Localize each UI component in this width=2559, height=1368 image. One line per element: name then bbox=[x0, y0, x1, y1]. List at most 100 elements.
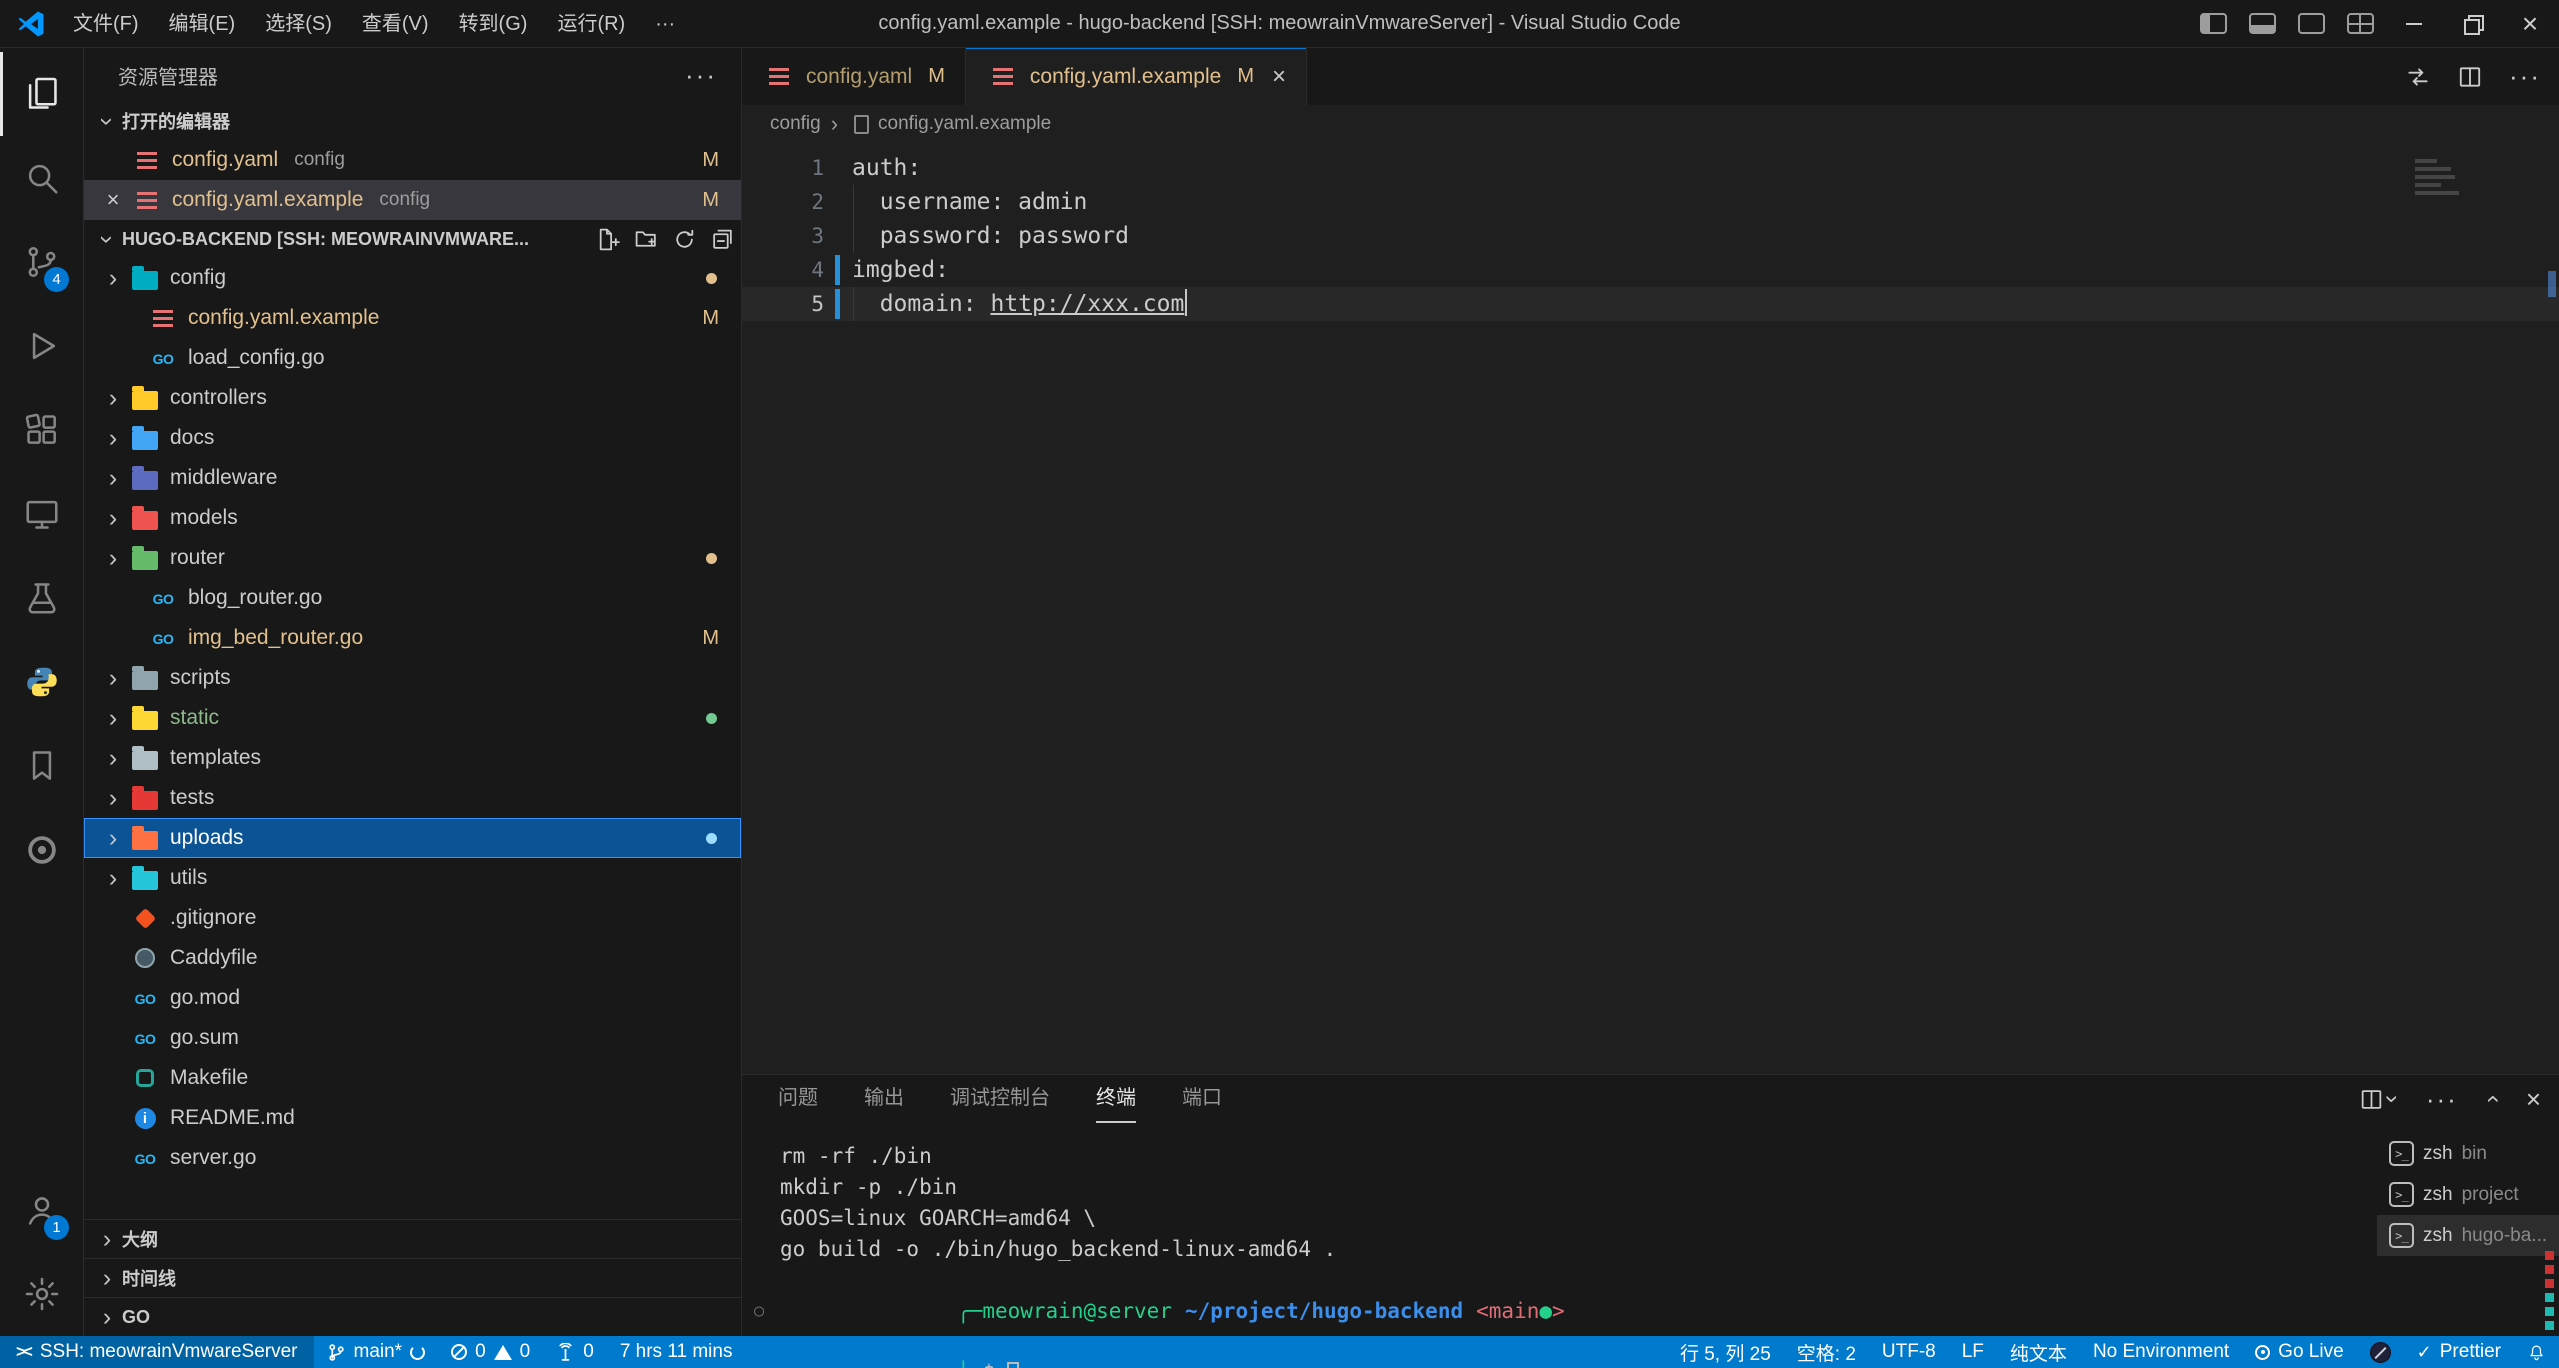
tree-item[interactable]: › server.go bbox=[84, 1138, 741, 1178]
sidebar-section-header[interactable]: › GO bbox=[84, 1297, 741, 1336]
activity-accounts[interactable]: 1 bbox=[0, 1168, 83, 1252]
breadcrumb-file[interactable]: config.yaml.example bbox=[878, 113, 1051, 135]
notifications-status[interactable] bbox=[2514, 1336, 2559, 1368]
terminal-tab[interactable]: zsh hugo-ba... bbox=[2377, 1215, 2559, 1256]
panel-more-actions-icon[interactable]: ··· bbox=[2426, 1084, 2458, 1115]
more-actions-icon[interactable]: ··· bbox=[2509, 61, 2541, 92]
go-live-status[interactable]: Go Live bbox=[2242, 1336, 2356, 1368]
minimap[interactable] bbox=[2415, 155, 2467, 199]
tree-item[interactable]: › uploads bbox=[84, 818, 741, 858]
menu-item[interactable]: 文件(F) bbox=[58, 7, 154, 41]
code-line[interactable]: 2 username: admin bbox=[742, 185, 2559, 219]
terminal[interactable]: rm -rf ./bin mkdir -p ./bin GOOS=linux G… bbox=[742, 1123, 2377, 1336]
tree-item[interactable]: › load_config.go bbox=[84, 338, 741, 378]
activity-bookmarks[interactable] bbox=[0, 724, 83, 808]
open-editor-config-yaml-example[interactable]: × config.yaml.example config M bbox=[84, 180, 741, 220]
open-changes-icon[interactable] bbox=[2405, 64, 2431, 90]
open-editors-header[interactable]: › 打开的编辑器 bbox=[84, 102, 741, 140]
tree-item[interactable]: › config.yaml.example M bbox=[84, 298, 741, 338]
tree-item[interactable]: › scripts bbox=[84, 658, 741, 698]
tree-item[interactable]: › static bbox=[84, 698, 741, 738]
code-line[interactable]: 4 imgbed: bbox=[742, 253, 2559, 287]
toggle-panel-icon[interactable] bbox=[2249, 13, 2276, 34]
code-line[interactable]: 3 password: password bbox=[742, 219, 2559, 253]
tree-item[interactable]: › Caddyfile bbox=[84, 938, 741, 978]
tree-item[interactable]: › .gitignore bbox=[84, 898, 741, 938]
code-line[interactable]: 1 auth: bbox=[742, 151, 2559, 185]
refresh-icon[interactable] bbox=[665, 222, 703, 256]
maximize-panel-icon[interactable]: › bbox=[2478, 1095, 2506, 1103]
open-editor-config-yaml[interactable]: config.yaml config M bbox=[84, 140, 741, 180]
command-decoration-icon[interactable]: ○ bbox=[754, 1296, 764, 1327]
activity-remote-explorer[interactable] bbox=[0, 472, 83, 556]
collapse-all-icon[interactable] bbox=[703, 222, 741, 256]
toggle-sidebar-icon[interactable] bbox=[2200, 13, 2227, 34]
panel-tab[interactable]: 终端 bbox=[1096, 1075, 1136, 1123]
menu-item[interactable]: 运行(R) bbox=[542, 7, 640, 41]
extension-circle-status[interactable] bbox=[2357, 1336, 2404, 1368]
activity-python[interactable] bbox=[0, 640, 83, 724]
customize-layout-icon[interactable] bbox=[2347, 13, 2374, 34]
terminal-tab[interactable]: zsh bin bbox=[2377, 1133, 2559, 1174]
close-panel-icon[interactable]: × bbox=[2526, 1084, 2541, 1115]
new-folder-icon[interactable] bbox=[627, 222, 665, 256]
menu-item[interactable]: 转到(G) bbox=[444, 7, 543, 41]
python-environment-status[interactable]: No Environment bbox=[2080, 1336, 2242, 1368]
menu-item[interactable]: 查看(V) bbox=[347, 7, 444, 41]
terminal-tab[interactable]: zsh project bbox=[2377, 1174, 2559, 1215]
panel-tab[interactable]: 输出 bbox=[864, 1075, 904, 1123]
indentation-status[interactable]: 空格: 2 bbox=[1784, 1336, 1869, 1368]
restore-button[interactable] bbox=[2443, 0, 2501, 48]
panel-tab[interactable]: 调试控制台 bbox=[950, 1075, 1050, 1123]
tree-item[interactable]: › router bbox=[84, 538, 741, 578]
close-icon[interactable]: × bbox=[96, 187, 130, 213]
breadcrumb-folder[interactable]: config bbox=[770, 113, 821, 135]
toggle-secondary-sidebar-icon[interactable] bbox=[2298, 13, 2325, 34]
encoding-status[interactable]: UTF-8 bbox=[1869, 1336, 1949, 1368]
menu-item[interactable]: ··· bbox=[640, 7, 690, 41]
tree-item[interactable]: › go.sum bbox=[84, 1018, 741, 1058]
close-window-button[interactable]: × bbox=[2501, 0, 2559, 48]
wakatime-status[interactable]: 7 hrs 11 mins bbox=[607, 1336, 746, 1368]
activity-run-debug[interactable] bbox=[0, 304, 83, 388]
tree-item[interactable]: › utils bbox=[84, 858, 741, 898]
menu-item[interactable]: 选择(S) bbox=[250, 7, 347, 41]
tree-item[interactable]: › tests bbox=[84, 778, 741, 818]
tree-item[interactable]: › Makefile bbox=[84, 1058, 741, 1098]
problems-status[interactable]: 0 0 bbox=[438, 1336, 543, 1368]
tree-item[interactable]: › README.md bbox=[84, 1098, 741, 1138]
tree-item[interactable]: › blog_router.go bbox=[84, 578, 741, 618]
activity-source-control[interactable]: 4 bbox=[0, 220, 83, 304]
new-file-icon[interactable] bbox=[589, 222, 627, 256]
git-branch-status[interactable]: main* bbox=[314, 1336, 439, 1368]
tree-item[interactable]: › templates bbox=[84, 738, 741, 778]
tree-item[interactable]: › controllers bbox=[84, 378, 741, 418]
activity-search[interactable] bbox=[0, 136, 83, 220]
panel-tab[interactable]: 端口 bbox=[1182, 1075, 1222, 1123]
tree-item[interactable]: › go.mod bbox=[84, 978, 741, 1018]
code-editor[interactable]: 1 auth: 2 username: admin 3 bbox=[742, 143, 2559, 1074]
sidebar-section-header[interactable]: › 大纲 bbox=[84, 1219, 741, 1258]
cursor-position-status[interactable]: 行 5, 列 25 bbox=[1667, 1336, 1784, 1368]
eol-status[interactable]: LF bbox=[1949, 1336, 1997, 1368]
forwarded-ports-status[interactable]: 0 bbox=[543, 1336, 607, 1368]
split-editor-icon[interactable] bbox=[2457, 64, 2483, 90]
code-line[interactable]: 5 domain: http://xxx.com bbox=[742, 287, 2559, 321]
close-tab-icon[interactable]: × bbox=[1272, 63, 1286, 91]
activity-explorer[interactable] bbox=[0, 52, 83, 136]
minimize-button[interactable] bbox=[2385, 0, 2443, 48]
tree-item[interactable]: › models bbox=[84, 498, 741, 538]
sidebar-section-header[interactable]: › 时间线 bbox=[84, 1258, 741, 1297]
menu-item[interactable]: 编辑(E) bbox=[154, 7, 251, 41]
activity-settings[interactable] bbox=[0, 1252, 83, 1336]
prettier-status[interactable]: ✓ Prettier bbox=[2404, 1336, 2514, 1368]
explorer-more-actions-icon[interactable]: ··· bbox=[685, 60, 717, 91]
tab-config-yaml[interactable]: config.yaml M bbox=[742, 48, 966, 105]
activity-tool-circle[interactable] bbox=[0, 808, 83, 892]
project-section-header[interactable]: › HUGO-BACKEND [SSH: MEOWRAINVMWARE... bbox=[84, 220, 741, 258]
launch-profile-chevron-icon[interactable]: › bbox=[2378, 1095, 2406, 1103]
activity-testing[interactable] bbox=[0, 556, 83, 640]
tree-item[interactable]: › config bbox=[84, 258, 741, 298]
panel-tab[interactable]: 问题 bbox=[778, 1075, 818, 1123]
language-mode-status[interactable]: 纯文本 bbox=[1997, 1336, 2080, 1368]
